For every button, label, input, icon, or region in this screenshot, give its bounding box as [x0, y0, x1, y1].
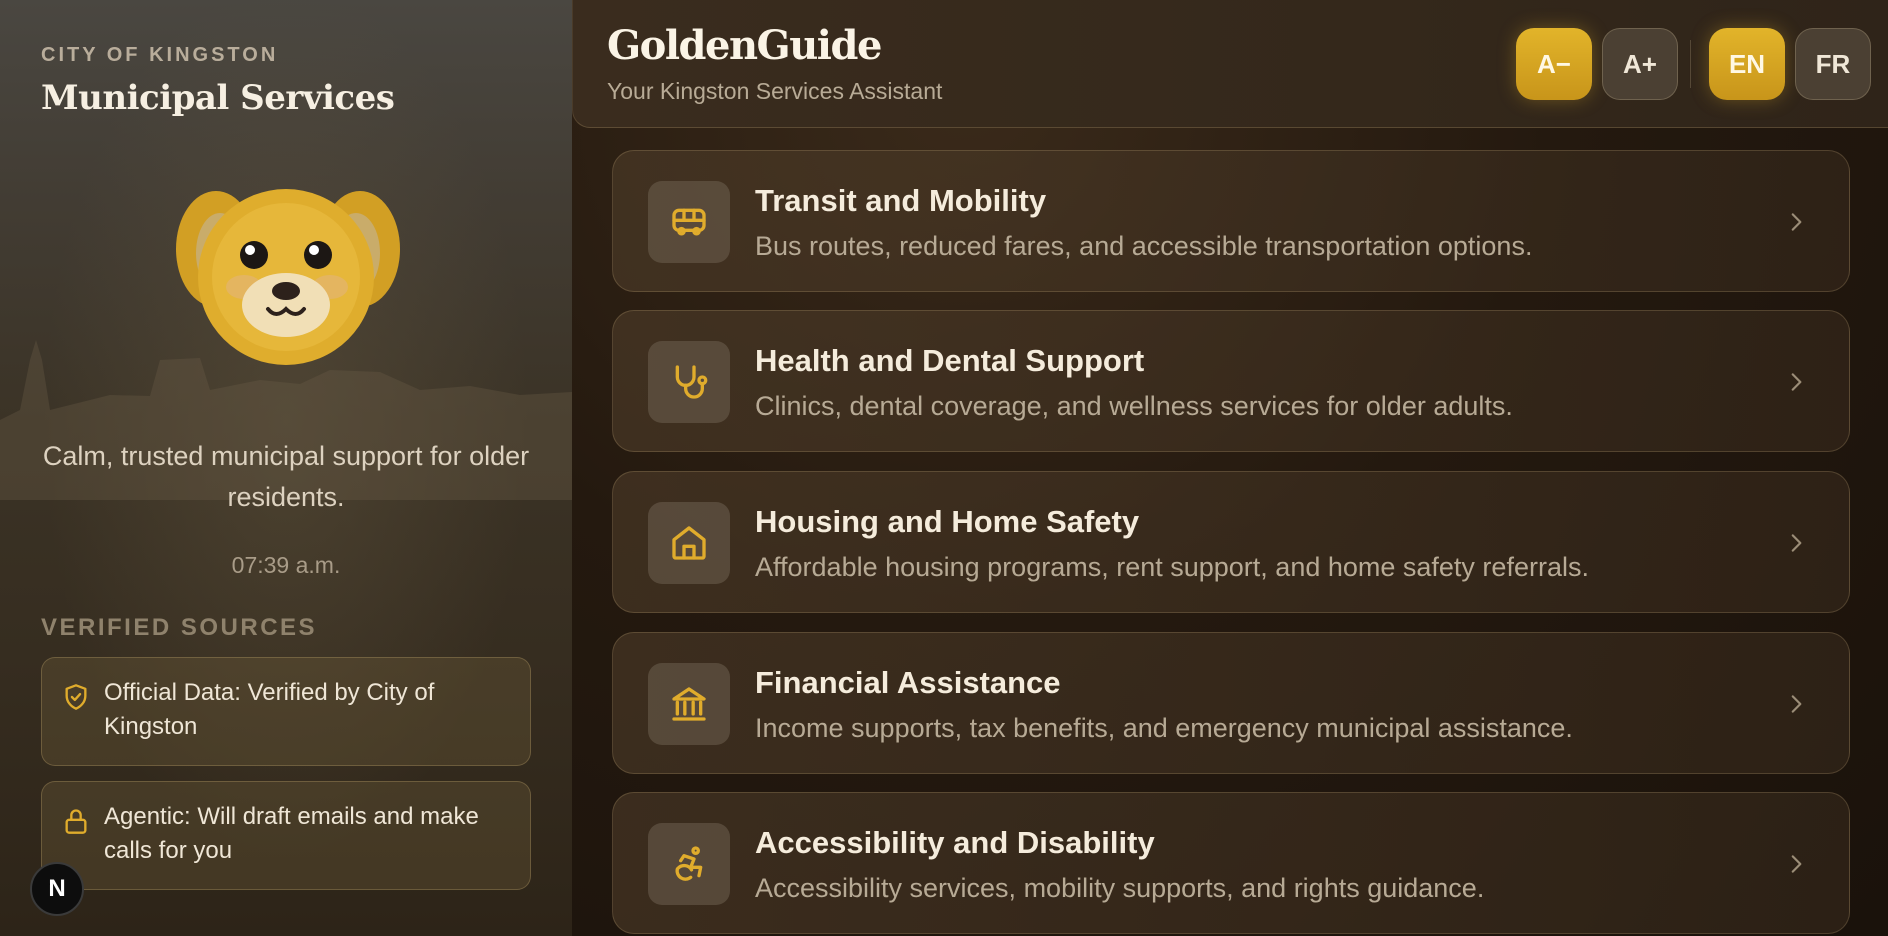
chevron-right-icon: [1791, 534, 1802, 552]
card-icon-container: [648, 181, 730, 263]
home-icon: [672, 526, 706, 560]
card-icon-container: [648, 341, 730, 423]
card-title: Financial Assistance: [755, 665, 1061, 700]
shield-check-icon: [65, 684, 87, 710]
main-panel: GoldenGuide Your Kingston Services Assis…: [572, 0, 1888, 936]
current-time: 07:39 a.m.: [231, 552, 341, 578]
card-description: Bus routes, reduced fares, and accessibl…: [755, 231, 1533, 261]
verified-sources-heading: VERIFIED SOURCES: [41, 614, 318, 641]
brand-subtitle: Your Kingston Services Assistant: [607, 78, 943, 104]
brand-title: GoldenGuide: [607, 22, 882, 69]
app-header: GoldenGuide Your Kingston Services Assis…: [572, 0, 1888, 128]
card-icon-container: [648, 823, 730, 905]
card-icon-container: [648, 502, 730, 584]
card-description: Income supports, tax benefits, and emerg…: [755, 713, 1573, 743]
card-icon-container: [648, 663, 730, 745]
bus-icon: [672, 208, 706, 236]
card-description: Clinics, dental coverage, and wellness s…: [755, 391, 1513, 421]
verified-source-official-data: Official Data: Verified by City of Kings…: [41, 657, 531, 766]
chevron-right-icon: [1791, 213, 1802, 231]
accessibility-icon: [675, 846, 703, 881]
header-divider: [1690, 40, 1691, 88]
chevron-right-icon: [1791, 855, 1802, 873]
verified-source-agentic: Agentic: Will draft emails and make call…: [41, 781, 531, 890]
card-title: Accessibility and Disability: [755, 825, 1155, 860]
dev-indicator-button[interactable]: N: [30, 862, 84, 916]
chevron-right-icon: [1791, 695, 1802, 713]
language-fr-button[interactable]: FR: [1795, 28, 1871, 100]
badge-text: Official Data: Verified by City of Kings…: [104, 679, 435, 740]
service-card-financial[interactable]: Financial Assistance Income supports, ta…: [612, 632, 1850, 774]
service-card-health[interactable]: Health and Dental Support Clinics, denta…: [612, 310, 1850, 452]
stethoscope-icon: [675, 365, 708, 399]
service-card-transit[interactable]: Transit and Mobility Bus routes, reduced…: [612, 150, 1850, 292]
chevron-right-icon: [1791, 373, 1802, 391]
card-description: Accessibility services, mobility support…: [755, 873, 1485, 903]
service-card-accessibility[interactable]: Accessibility and Disability Accessibili…: [612, 792, 1850, 934]
sidebar: CITY OF KINGSTON Municipal Services Calm…: [0, 0, 572, 936]
bank-icon: [672, 687, 706, 721]
card-description: Affordable housing programs, rent suppor…: [755, 552, 1589, 582]
sidebar-title: Municipal Services: [41, 78, 395, 118]
lock-icon: [65, 809, 87, 834]
bear-mascot: [176, 189, 400, 365]
decrease-font-button[interactable]: A−: [1516, 28, 1592, 100]
card-title: Health and Dental Support: [755, 343, 1145, 378]
badge-text: Agentic: Will draft emails and make call…: [104, 803, 479, 864]
increase-font-button[interactable]: A+: [1602, 28, 1678, 100]
service-card-housing[interactable]: Housing and Home Safety Affordable housi…: [612, 471, 1850, 613]
card-title: Transit and Mobility: [755, 183, 1047, 218]
language-en-button[interactable]: EN: [1709, 28, 1785, 100]
tagline: Calm, trusted municipal support for olde…: [42, 441, 530, 512]
card-title: Housing and Home Safety: [755, 504, 1140, 539]
city-label: CITY OF KINGSTON: [41, 44, 279, 66]
